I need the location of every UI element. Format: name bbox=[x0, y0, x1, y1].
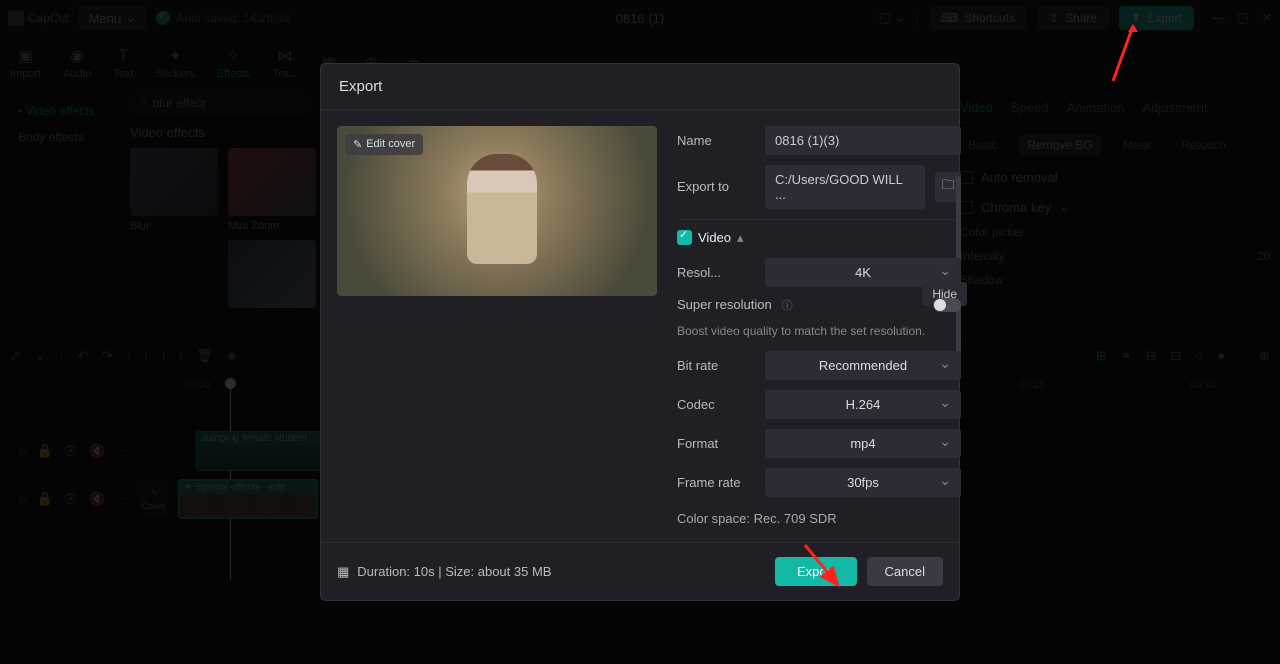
label-resolution: Resol... bbox=[677, 265, 755, 280]
video-checkbox[interactable] bbox=[677, 230, 692, 245]
name-input[interactable] bbox=[765, 126, 961, 155]
format-select[interactable]: mp4 bbox=[765, 429, 961, 458]
label-framerate: Frame rate bbox=[677, 475, 755, 490]
modal-title: Export bbox=[321, 64, 959, 110]
super-resolution-toggle[interactable] bbox=[933, 298, 961, 312]
super-resolution-help: Boost video quality to match the set res… bbox=[677, 323, 961, 340]
folder-icon: 🗀 bbox=[941, 176, 954, 198]
color-space-info: Color space: Rec. 709 SDR bbox=[677, 511, 961, 526]
bitrate-select[interactable]: Recommended bbox=[765, 351, 961, 380]
edit-cover-button[interactable]: ✎Edit cover bbox=[345, 134, 423, 155]
export-path: C:/Users/GOOD WILL ... bbox=[765, 165, 925, 209]
label-bitrate: Bit rate bbox=[677, 358, 755, 373]
info-icon[interactable]: ⓘ bbox=[782, 297, 793, 313]
duration-text: Duration: 10s | Size: about 35 MB bbox=[357, 564, 551, 579]
export-modal: Export ✎Edit cover Name Export to C:/Use… bbox=[320, 63, 960, 602]
pencil-icon: ✎ bbox=[353, 138, 362, 151]
export-preview: ✎Edit cover bbox=[337, 126, 657, 296]
chevron-up-icon[interactable]: ▴ bbox=[737, 230, 744, 246]
label-codec: Codec bbox=[677, 397, 755, 412]
cancel-button[interactable]: Cancel bbox=[867, 557, 943, 586]
codec-select[interactable]: H.264 bbox=[765, 390, 961, 419]
label-export-to: Export to bbox=[677, 179, 755, 194]
framerate-select[interactable]: 30fps bbox=[765, 468, 961, 497]
label-name: Name bbox=[677, 133, 755, 148]
duration-icon: ▦ bbox=[337, 564, 349, 580]
export-button[interactable]: Export bbox=[775, 557, 857, 586]
label-super-resolution: Super resolution bbox=[677, 297, 772, 312]
label-format: Format bbox=[677, 436, 755, 451]
